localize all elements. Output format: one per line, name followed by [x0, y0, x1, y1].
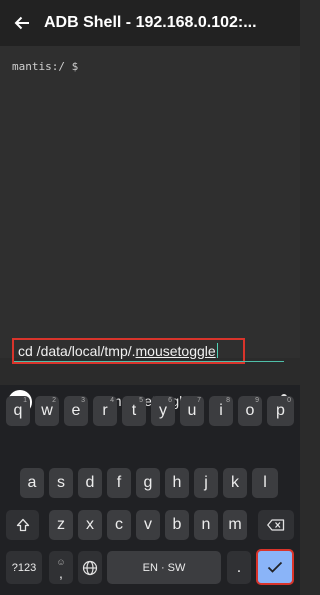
key-label: w — [41, 402, 53, 419]
terminal-output[interactable]: mantis:/ $ — [0, 46, 300, 358]
key-label: h — [172, 474, 182, 491]
key-label: y — [159, 402, 167, 419]
command-text: cd /data/local/tmp/. — [18, 343, 136, 359]
key-n[interactable]: n — [194, 510, 218, 540]
app-bar: ADB Shell - 192.168.0.102:... — [0, 0, 300, 46]
key-f[interactable]: f — [107, 468, 131, 498]
key-label: v — [144, 516, 152, 533]
key-label: j — [204, 474, 208, 491]
enter-key[interactable] — [256, 549, 294, 585]
command-composing-word: mousetoggle — [135, 343, 216, 359]
key-b[interactable]: b — [165, 510, 189, 540]
globe-icon — [82, 560, 98, 575]
on-screen-keyboard: mousetoggle q1 w2 e3 r4 t5 y6 u7 i8 o9 p… — [0, 385, 300, 595]
key-hint: 1 — [23, 397, 27, 404]
key-label: i — [219, 402, 223, 419]
key-hint: 6 — [168, 397, 172, 404]
key-e[interactable]: e3 — [64, 396, 88, 426]
key-u[interactable]: u7 — [180, 396, 204, 426]
key-i[interactable]: i8 — [209, 396, 233, 426]
key-v[interactable]: v — [136, 510, 160, 540]
key-m[interactable]: m — [223, 510, 247, 540]
comma-label: , — [59, 564, 63, 581]
key-hint: 8 — [226, 397, 230, 404]
key-k[interactable]: k — [223, 468, 247, 498]
key-q[interactable]: q1 — [6, 396, 30, 426]
key-label: m — [228, 516, 242, 533]
key-label: t — [131, 402, 137, 419]
key-label: x — [86, 516, 94, 533]
key-p[interactable]: p0 — [267, 396, 294, 426]
key-h[interactable]: h — [165, 468, 189, 498]
language-key[interactable] — [78, 551, 102, 584]
key-hint: 4 — [110, 397, 114, 404]
input-underline — [14, 361, 284, 362]
key-j[interactable]: j — [194, 468, 218, 498]
symbols-key[interactable]: ?123 — [6, 551, 42, 584]
key-label: l — [263, 474, 267, 491]
key-label: q — [13, 402, 23, 419]
key-hint: 9 — [255, 397, 259, 404]
space-key[interactable]: EN · SW — [107, 551, 221, 584]
key-hint: 2 — [52, 397, 56, 404]
comma-emoji-key[interactable]: ☺ , — [49, 551, 73, 584]
back-button[interactable] — [0, 0, 44, 46]
backspace-icon — [267, 519, 285, 531]
key-x[interactable]: x — [78, 510, 102, 540]
key-o[interactable]: o9 — [238, 396, 262, 426]
shift-key[interactable] — [6, 510, 39, 540]
key-s[interactable]: s — [49, 468, 73, 498]
key-d[interactable]: d — [78, 468, 102, 498]
key-label: n — [201, 516, 211, 533]
key-hint: 0 — [287, 397, 291, 404]
key-label: a — [27, 474, 37, 491]
checkmark-icon — [267, 561, 283, 573]
key-y[interactable]: y6 — [151, 396, 175, 426]
key-label: b — [172, 516, 182, 533]
key-label: u — [187, 402, 197, 419]
key-t[interactable]: t5 — [122, 396, 146, 426]
key-label: e — [71, 402, 81, 419]
shell-prompt: mantis:/ $ — [12, 60, 79, 73]
key-z[interactable]: z — [49, 510, 73, 540]
key-hint: 3 — [81, 397, 85, 404]
key-label: k — [231, 474, 239, 491]
app-title: ADB Shell - 192.168.0.102:... — [44, 14, 257, 31]
key-r[interactable]: r4 — [93, 396, 117, 426]
arrow-left-icon — [14, 16, 29, 30]
text-cursor — [216, 343, 218, 358]
key-c[interactable]: c — [107, 510, 131, 540]
key-l[interactable]: l — [252, 468, 278, 498]
key-label: c — [115, 516, 123, 533]
shift-icon — [16, 518, 29, 532]
key-label: z — [57, 516, 65, 533]
key-label: p — [276, 402, 285, 419]
period-key[interactable]: . — [227, 551, 251, 584]
key-hint: 5 — [139, 397, 143, 404]
key-label: f — [116, 474, 122, 491]
key-label: r — [102, 402, 108, 419]
backspace-key[interactable] — [258, 510, 294, 540]
key-g[interactable]: g — [136, 468, 160, 498]
key-label: o — [245, 402, 255, 419]
key-label: g — [143, 474, 153, 491]
key-label: s — [57, 474, 65, 491]
key-w[interactable]: w2 — [35, 396, 59, 426]
key-hint: 7 — [197, 397, 201, 404]
command-input[interactable]: cd /data/local/tmp/.mousetoggle — [18, 343, 218, 359]
key-a[interactable]: a — [20, 468, 44, 498]
key-label: d — [85, 474, 95, 491]
